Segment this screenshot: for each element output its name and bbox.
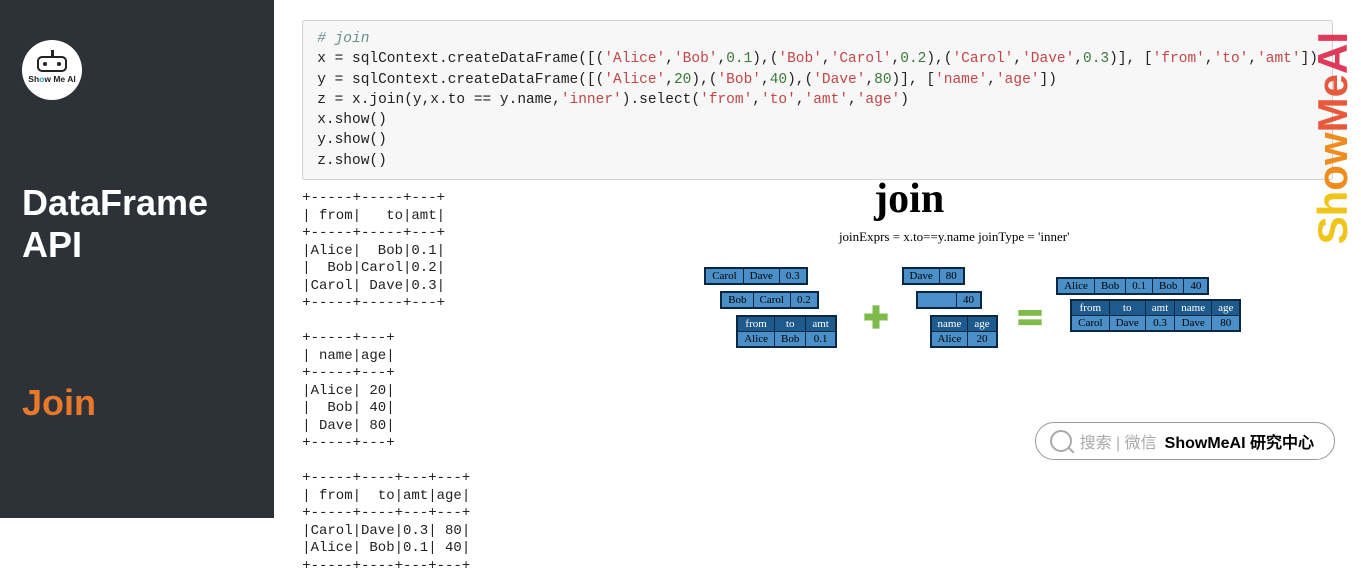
cursor-icon [22,532,42,552]
search-hint-1: 搜索 | 微信 [1080,429,1157,453]
page-subtitle: Join [22,382,274,424]
stack-y: Dave80 40 nameageAlice20 [902,267,1005,367]
sidebar: Show Me AI DataFrame API Join http://www… [0,0,274,518]
url: http://www.showmeai.tech/ [50,532,251,552]
equals-icon [1016,302,1044,332]
logo: Show Me AI [22,40,82,100]
url-row: http://www.showmeai.tech/ [22,532,274,552]
diagram-heading: join [574,175,1244,223]
diagram-sub: joinExprs = x.to==y.name joinType = 'inn… [664,229,1244,245]
search-hint-2: ShowMeAI 研究中心 [1165,429,1314,453]
search-bar[interactable]: 搜索 | 微信 ShowMeAI 研究中心 [1035,422,1335,460]
brand-vertical: ShowMeAI [1309,32,1357,244]
search-icon [1050,430,1072,452]
page-title: DataFrame API [22,182,274,266]
code-block: # join x = sqlContext.createDataFrame([(… [302,20,1333,180]
join-diagram: join joinExprs = x.to==y.name joinType =… [704,175,1244,367]
logo-text: Show Me AI [28,74,75,84]
stack-z: AliceBob0.1Bob40 fromtoamtnameageCarolDa… [1056,277,1244,357]
stack-x: CarolDave0.3 BobCarol0.2 fromtoamtAliceB… [704,267,849,367]
diagram-stage: CarolDave0.3 BobCarol0.2 fromtoamtAliceB… [704,267,1244,367]
main-content: # join x = sqlContext.createDataFrame([(… [274,0,1361,518]
bot-icon [37,56,67,72]
plus-icon [862,302,890,332]
